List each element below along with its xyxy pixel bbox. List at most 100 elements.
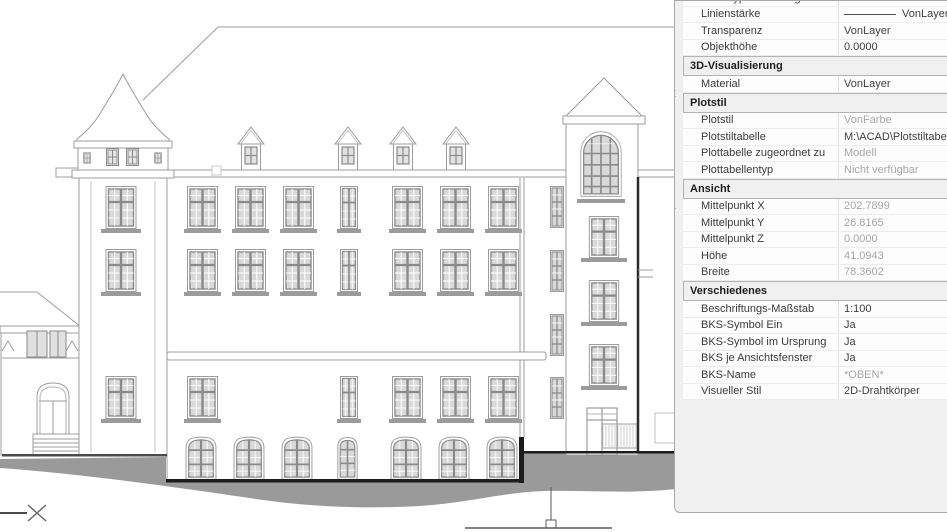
property-row[interactable]: Beschriftungs-Maßstab 1:100 <box>683 301 947 318</box>
category-header[interactable]: 3D-Visualisierung <box>683 56 947 76</box>
property-value-text: VonLayer <box>902 8 947 20</box>
property-row[interactable]: Plotstil VonFarbe <box>683 113 947 130</box>
tab-darstellung[interactable]: Darstellung <box>674 0 676 91</box>
property-label: Plotstiltabelle <box>683 131 838 143</box>
property-row[interactable]: Linienstärke VonLayer <box>683 7 947 24</box>
property-value[interactable]: M:\ACAD\Plotstiltabel <box>838 129 947 145</box>
property-row[interactable]: BKS-Name*OBEN* <box>683 367 947 384</box>
property-value[interactable]: Nicht verfügbar <box>838 162 947 178</box>
left-annex <box>0 292 83 455</box>
property-row[interactable]: BKS je Ansichtsfenster Ja <box>683 351 947 368</box>
property-value-text: Ja <box>844 352 856 364</box>
property-label: Objekthöhe <box>683 41 838 53</box>
storey-cornice-band <box>167 352 546 360</box>
category-label: Ansicht <box>690 183 730 195</box>
dormer-window <box>443 127 469 170</box>
neighbor-building <box>638 177 676 451</box>
property-value[interactable]: 202.7899 <box>838 199 947 215</box>
property-label: Plottabelle zugeordnet zu <box>683 147 838 159</box>
property-value-text: 202.7899 <box>844 200 890 212</box>
property-label: Linientyp-Skalierung <box>683 0 838 4</box>
property-label: Breite <box>683 266 838 278</box>
property-label: Material <box>683 78 838 90</box>
property-row[interactable]: Transparenz VonLayer <box>683 23 947 40</box>
property-row[interactable]: Plottabelle zugeordnet zu Modell <box>683 146 947 163</box>
big-arched-window <box>581 132 621 197</box>
property-value[interactable]: VonLayer <box>838 23 947 39</box>
property-row[interactable]: Breite 78.3602 <box>683 265 947 282</box>
property-value-text: Modell <box>844 147 876 159</box>
property-value[interactable]: Modell <box>838 146 947 162</box>
property-label: Mittelpunkt Y <box>683 217 838 229</box>
category-header[interactable]: Verschiedenes <box>683 281 947 301</box>
property-value-text: 78.3602 <box>844 266 884 278</box>
property-label: BKS je Ansichtsfenster <box>683 352 838 364</box>
dormer-window <box>390 127 416 170</box>
roof-dormers <box>238 127 469 170</box>
tab-erweiterte-daten[interactable]: Erweiterte Daten <box>674 96 676 209</box>
category-header[interactable]: Ansicht <box>683 179 947 199</box>
property-value-text: *OBEN* <box>844 369 884 381</box>
dormer-window <box>335 127 361 170</box>
property-value[interactable]: 0.0000 <box>838 232 947 248</box>
property-value-text: M:\ACAD\Plotstiltabel <box>844 131 947 143</box>
property-row[interactable]: Mittelpunkt X202.7899 <box>683 199 947 216</box>
property-value[interactable]: VonLayer <box>838 76 947 92</box>
entrance-steps <box>33 434 80 455</box>
right-stair-tower <box>563 78 645 455</box>
property-value[interactable]: 0.0000 <box>838 40 947 56</box>
property-value-text: VonLayer <box>844 25 890 37</box>
property-row[interactable]: Material VonLayer <box>683 76 947 93</box>
property-value[interactable]: 41.0943 <box>838 248 947 264</box>
property-value[interactable]: 1:100 <box>838 301 947 317</box>
category-label: Verschiedenes <box>690 285 767 297</box>
property-value-text: VonLayer <box>844 78 890 90</box>
category-label: 3D-Visualisierung <box>690 60 783 72</box>
property-value[interactable] <box>838 0 947 6</box>
property-value[interactable]: VonFarbe <box>838 113 947 129</box>
property-value[interactable]: Ja <box>838 334 947 350</box>
property-label: Transparenz <box>683 25 838 37</box>
property-value-text: 0.0000 <box>844 41 878 53</box>
property-value[interactable]: Ja <box>838 351 947 367</box>
property-value-text: 2D-Drahtkörper <box>844 385 920 397</box>
property-value-text: Nicht verfügbar <box>844 164 919 176</box>
property-value[interactable]: 78.3602 <box>838 265 947 281</box>
property-label: Plottabellentyp <box>683 164 838 176</box>
lineweight-sample <box>844 14 896 15</box>
property-row[interactable]: BKS-Symbol EinJa <box>683 318 947 335</box>
property-value-text: 0.0000 <box>844 233 878 245</box>
property-row[interactable]: Mittelpunkt Y 26.8165 <box>683 215 947 232</box>
property-label: Linienstärke <box>683 8 838 20</box>
property-label: Visueller Stil <box>683 385 838 397</box>
property-row[interactable]: Plottabellentyp Nicht verfügbar <box>683 162 947 179</box>
property-value[interactable]: 26.8165 <box>838 215 947 231</box>
cad-workspace: Darstellung Erweiterte Daten Linientyp-S… <box>0 0 947 532</box>
property-row[interactable]: BKS-Symbol im UrsprungJa <box>683 334 947 351</box>
dormer-window <box>238 127 264 170</box>
tower-spire <box>77 74 169 143</box>
property-row[interactable]: Mittelpunkt Z 0.0000 <box>683 232 947 249</box>
property-value[interactable]: *OBEN* <box>838 367 947 383</box>
property-value-text: Ja <box>844 319 856 331</box>
property-row[interactable]: Visueller Stil 2D-Drahtkörper <box>683 384 947 401</box>
property-row[interactable]: Plotstiltabelle M:\ACAD\Plotstiltabel <box>683 129 947 146</box>
property-label: Mittelpunkt Z <box>683 233 838 245</box>
properties-panel: Darstellung Erweiterte Daten Linientyp-S… <box>674 0 947 513</box>
property-label: Höhe <box>683 250 838 262</box>
property-label: Beschriftungs-Maßstab <box>683 303 838 315</box>
property-value[interactable]: 2D-Drahtkörper <box>838 384 947 400</box>
property-value-text: 1:100 <box>844 303 872 315</box>
property-row[interactable]: Objekthöhe 0.0000 <box>683 40 947 57</box>
property-value[interactable]: Ja <box>838 318 947 334</box>
property-row[interactable]: Höhe41.0943 <box>683 248 947 265</box>
property-value[interactable]: VonLayer <box>838 7 947 23</box>
retaining-wall <box>519 437 524 483</box>
property-value-text: 26.8165 <box>844 217 884 229</box>
category-header[interactable]: Plotstil <box>683 93 947 113</box>
property-value-text: VonFarbe <box>844 114 892 126</box>
category-label: Plotstil <box>690 97 727 109</box>
pyramid-roof <box>565 78 643 117</box>
stairwell-windows <box>551 187 564 419</box>
property-label: Plotstil <box>683 114 838 126</box>
